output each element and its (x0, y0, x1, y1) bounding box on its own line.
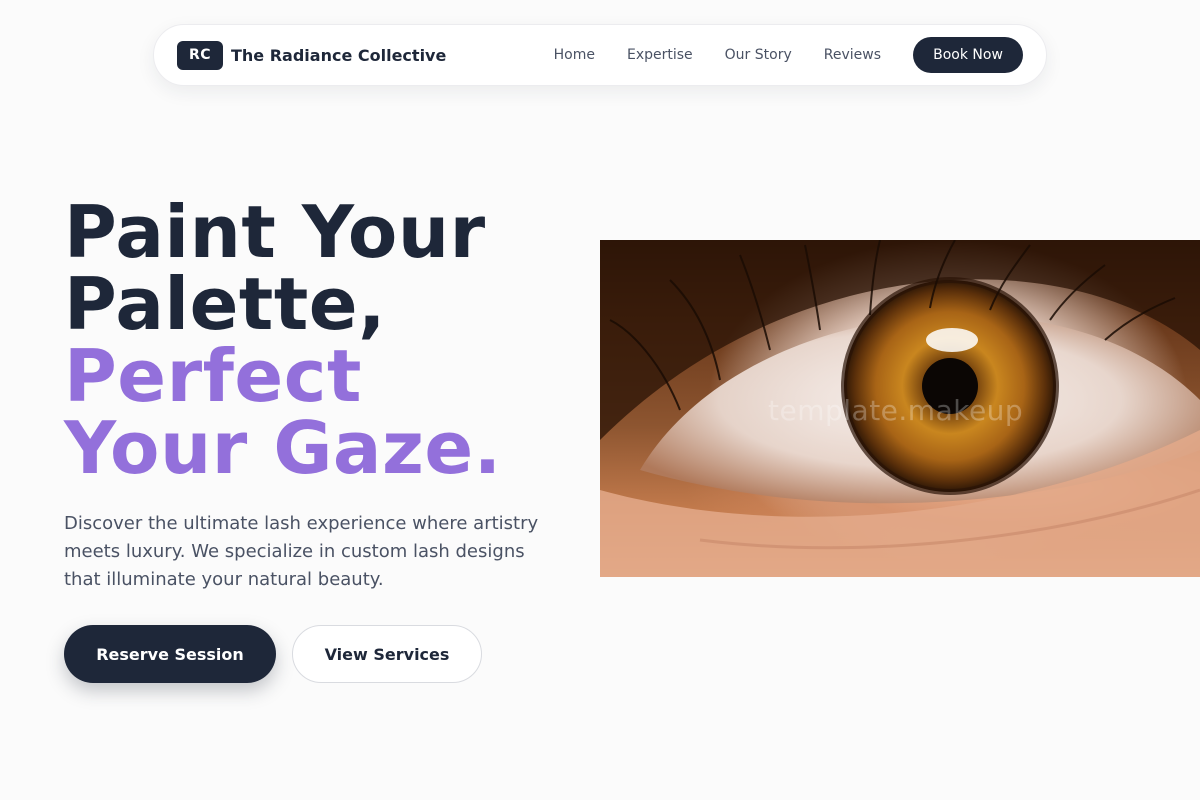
nav-link-reviews[interactable]: Reviews (824, 47, 881, 63)
nav-links: Home Expertise Our Story Reviews Book No… (554, 37, 1023, 73)
headline-line-1: Paint Your (64, 190, 486, 274)
nav-link-expertise[interactable]: Expertise (627, 47, 693, 63)
nav-link-home[interactable]: Home (554, 47, 595, 63)
top-navbar: RC The Radiance Collective Home Expertis… (153, 24, 1047, 86)
headline-line-2: Palette, (64, 262, 386, 346)
logo-badge: RC (177, 40, 223, 70)
nav-link-our-story[interactable]: Our Story (725, 47, 792, 63)
hero-eye-image: template.makeup (600, 240, 1200, 577)
book-now-button[interactable]: Book Now (913, 37, 1023, 73)
headline-accent-line-2: Your Gaze. (64, 406, 502, 490)
view-services-button[interactable]: View Services (292, 625, 482, 683)
reserve-session-button[interactable]: Reserve Session (64, 625, 276, 683)
brand[interactable]: RC The Radiance Collective (177, 40, 447, 70)
brand-name: The Radiance Collective (231, 45, 447, 65)
hero-headline: Paint Your Palette, Perfect Your Gaze. (64, 196, 584, 484)
hero-description: Discover the ultimate lash experience wh… (64, 513, 539, 590)
image-watermark: template.makeup (768, 394, 1024, 427)
headline-accent-line-1: Perfect (64, 334, 362, 418)
